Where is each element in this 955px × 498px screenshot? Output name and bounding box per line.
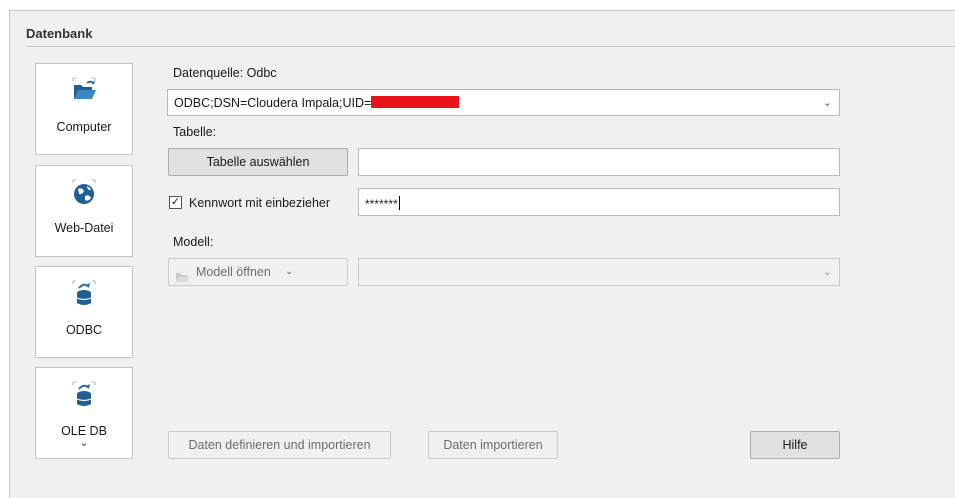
source-web-file-button[interactable]: Web-Datei bbox=[35, 165, 133, 257]
section-title: Datenbank bbox=[26, 26, 93, 41]
source-web-file-label: Web-Datei bbox=[54, 221, 114, 235]
help-button[interactable]: Hilfe bbox=[750, 431, 840, 459]
model-label: Modell: bbox=[173, 235, 214, 249]
model-combobox[interactable]: ⌄ bbox=[358, 258, 840, 286]
open-model-button[interactable]: Modell öffnen ⌄ bbox=[168, 258, 348, 286]
database-refresh-icon bbox=[70, 380, 98, 408]
datasource-text: ODBC;DSN=Cloudera Impala;UID= bbox=[174, 96, 372, 110]
define-and-import-button[interactable]: Daten definieren und importieren bbox=[168, 431, 391, 459]
chevron-down-icon: ⌄ bbox=[285, 266, 294, 277]
chevron-down-icon[interactable]: ⌄ bbox=[823, 265, 832, 278]
chevron-down-icon[interactable]: ⌄ bbox=[823, 96, 832, 109]
source-odbc-label: ODBC bbox=[65, 323, 103, 337]
import-data-button[interactable]: Daten importieren bbox=[428, 431, 558, 459]
open-model-label: Modell öffnen bbox=[196, 265, 271, 279]
include-password-checkbox[interactable]: ✓ bbox=[169, 196, 182, 209]
password-input[interactable]: ******* bbox=[358, 188, 840, 216]
password-value: ******* bbox=[365, 196, 400, 211]
datasource-value: ODBC;DSN=Cloudera Impala;UID= bbox=[174, 96, 460, 110]
chevron-down-icon: ⌄ bbox=[79, 437, 89, 449]
select-table-button[interactable]: Tabelle auswählen bbox=[168, 148, 348, 176]
source-odbc-button[interactable]: ODBC bbox=[35, 266, 133, 358]
table-label: Tabelle: bbox=[173, 125, 217, 139]
section-divider bbox=[26, 46, 955, 47]
password-mask: ******* bbox=[365, 197, 398, 211]
file-open-icon bbox=[175, 266, 189, 292]
database-refresh-icon bbox=[70, 279, 98, 307]
source-ole-db-button[interactable]: OLE DB ⌄ bbox=[35, 367, 133, 459]
database-panel bbox=[9, 10, 955, 498]
source-computer-label: Computer bbox=[56, 120, 112, 134]
globe-icon bbox=[70, 178, 98, 206]
include-password-label[interactable]: Kennwort mit einbezieher bbox=[189, 196, 330, 210]
text-caret bbox=[398, 196, 400, 210]
datasource-combobox[interactable]: ODBC;DSN=Cloudera Impala;UID= ⌄ bbox=[167, 89, 840, 116]
table-input[interactable] bbox=[358, 148, 840, 176]
source-computer-button[interactable]: Computer bbox=[35, 63, 133, 155]
redacted-uid bbox=[371, 96, 460, 108]
folder-open-icon bbox=[70, 76, 98, 104]
datasource-label: Datenquelle: Odbc bbox=[173, 66, 277, 80]
